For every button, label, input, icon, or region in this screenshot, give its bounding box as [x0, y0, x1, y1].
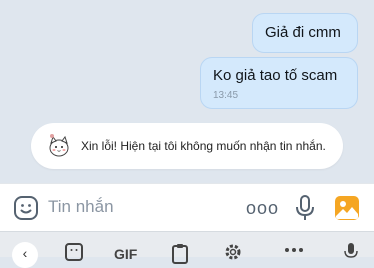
- message-time: 13:45: [213, 90, 239, 101]
- message-text: Giả đi cmm: [265, 24, 341, 41]
- gif-button[interactable]: GIF: [114, 246, 137, 262]
- back-button[interactable]: ‹: [12, 242, 38, 268]
- message-bubble[interactable]: Ko giả tao tố scam 13:45: [200, 57, 358, 109]
- message-text: Ko giả tao tố scam: [213, 67, 338, 84]
- message-input[interactable]: Tin nhắn: [48, 197, 114, 217]
- more-dots-icon[interactable]: [284, 242, 304, 258]
- clipboard-icon[interactable]: [171, 242, 189, 264]
- system-notice: Xin lỗi! Hiện tại tôi không muốn nhận ti…: [31, 123, 343, 169]
- more-options-icon[interactable]: ooo: [246, 198, 279, 219]
- message-bubble[interactable]: Giả đi cmm: [252, 13, 358, 53]
- microphone-icon[interactable]: [295, 194, 315, 222]
- chat-area: Giả đi cmm Ko giả tao tố scam 13:45 Xin …: [0, 0, 374, 183]
- message-composer: Tin nhắn ooo: [0, 183, 374, 231]
- system-notice-text: Xin lỗi! Hiện tại tôi không muốn nhận ti…: [81, 139, 326, 153]
- emoji-icon[interactable]: [13, 195, 39, 221]
- settings-gear-icon[interactable]: [223, 242, 243, 262]
- voice-input-icon[interactable]: [344, 242, 358, 262]
- gallery-icon[interactable]: [334, 195, 360, 221]
- cat-sticker-icon: [49, 134, 69, 157]
- keyboard-toolbar: ‹ GIF: [0, 231, 374, 268]
- sticker-icon[interactable]: [64, 242, 84, 262]
